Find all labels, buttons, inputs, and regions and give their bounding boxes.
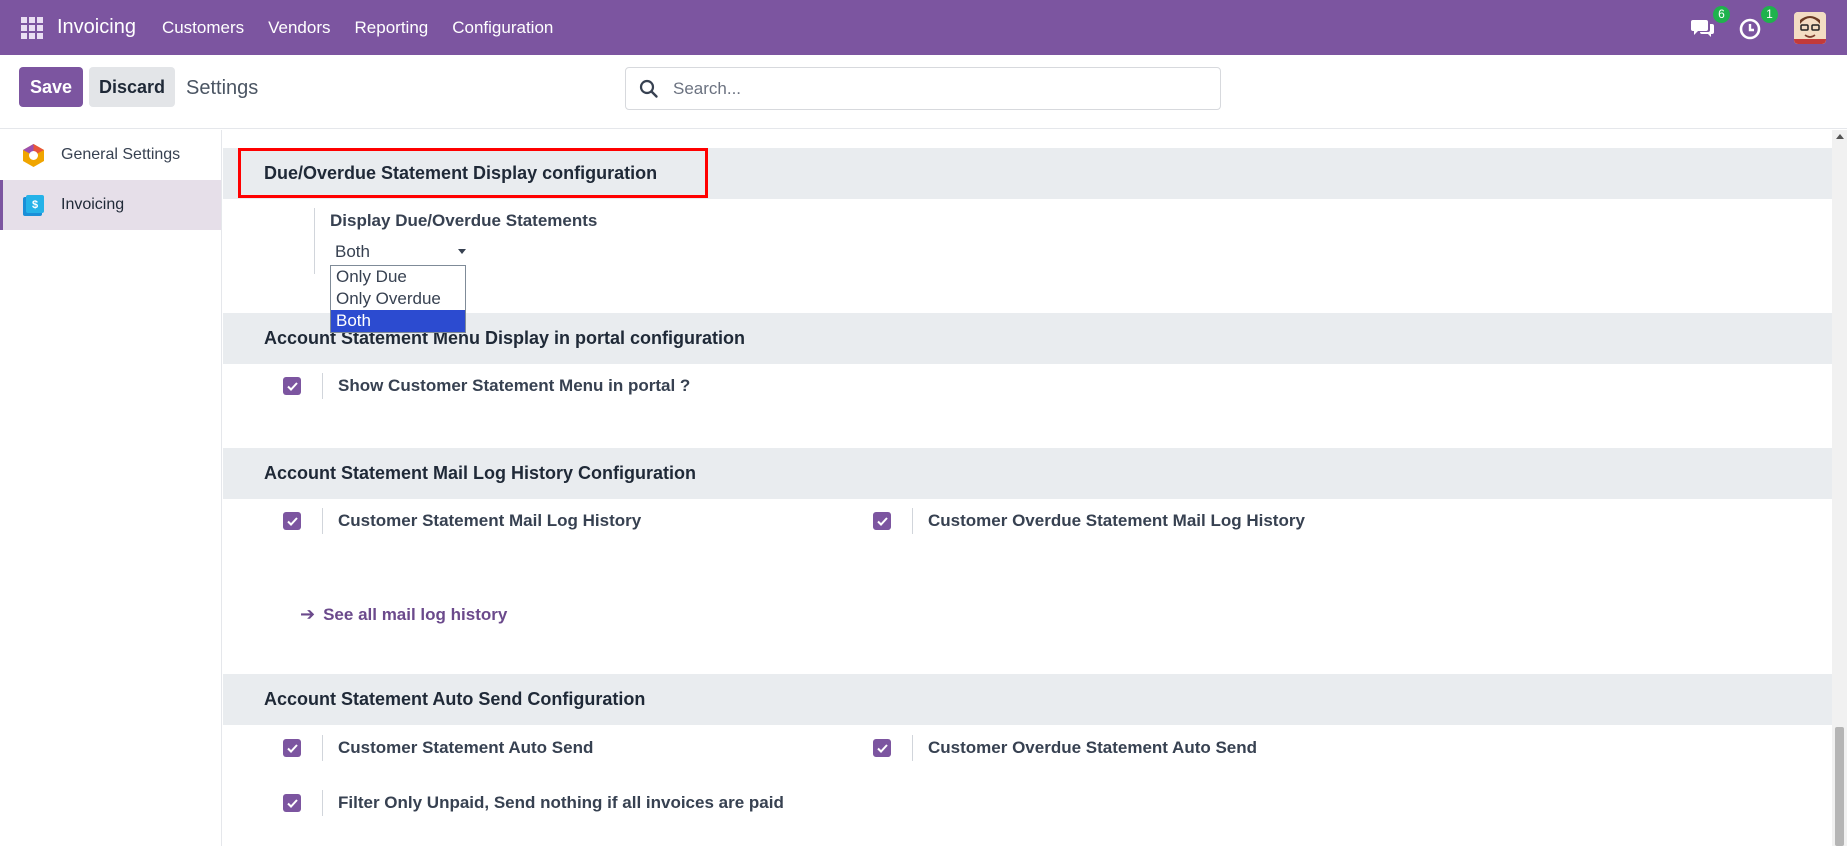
option-both[interactable]: Both bbox=[331, 310, 465, 332]
search-icon bbox=[639, 79, 658, 98]
control-panel: Save Discard Settings bbox=[0, 55, 1847, 129]
sidebar-item-label: Invoicing bbox=[61, 196, 125, 213]
apps-menu-icon[interactable] bbox=[21, 16, 43, 39]
option-only-due[interactable]: Only Due bbox=[331, 266, 465, 288]
menu-configuration[interactable]: Configuration bbox=[440, 18, 565, 38]
field-separator bbox=[314, 208, 315, 274]
display-due-overdue-label: Display Due/Overdue Statements bbox=[330, 211, 598, 230]
select-value: Both bbox=[335, 241, 370, 261]
overdue-send-setting: Customer Overdue Statement Auto Send bbox=[873, 735, 1257, 761]
due-overdue-field bbox=[314, 208, 330, 274]
activities-clock-icon[interactable]: 1 bbox=[1738, 5, 1778, 41]
top-navbar: Invoicing Customers Vendors Reporting Co… bbox=[0, 0, 1847, 55]
show-menu-setting: Show Customer Statement Menu in portal ? bbox=[283, 373, 690, 399]
separator bbox=[322, 790, 323, 816]
customer-log-setting: Customer Statement Mail Log History bbox=[283, 508, 641, 534]
search-box[interactable] bbox=[625, 67, 1221, 110]
caret-down-icon bbox=[458, 249, 466, 254]
menu-reporting[interactable]: Reporting bbox=[343, 18, 441, 38]
app-name[interactable]: Invoicing bbox=[57, 16, 136, 39]
overdue-send-checkbox[interactable] bbox=[873, 739, 891, 757]
show-menu-checkbox[interactable] bbox=[283, 377, 301, 395]
separator bbox=[322, 508, 323, 534]
separator bbox=[322, 373, 323, 399]
customer-log-label: Customer Statement Mail Log History bbox=[338, 511, 642, 530]
discard-button[interactable]: Discard bbox=[89, 67, 175, 107]
customer-send-label: Customer Statement Auto Send bbox=[338, 738, 594, 757]
sidebar-item-invoicing[interactable]: $ Invoicing bbox=[0, 180, 221, 230]
display-statements-select[interactable]: Both bbox=[330, 240, 466, 264]
customer-log-checkbox[interactable] bbox=[283, 512, 301, 530]
settings-content: Due/Overdue Statement Display configurat… bbox=[223, 130, 1832, 846]
main-menu: Customers Vendors Reporting Configuratio… bbox=[150, 18, 565, 38]
customer-send-setting: Customer Statement Auto Send bbox=[283, 735, 593, 761]
customer-send-checkbox[interactable] bbox=[283, 739, 301, 757]
sidebar-item-label: General Settings bbox=[61, 146, 181, 163]
section-title-mail-log: Account Statement Mail Log History Confi… bbox=[223, 448, 1832, 499]
menu-vendors[interactable]: Vendors bbox=[256, 18, 342, 38]
invoicing-app-icon: $ bbox=[23, 194, 44, 216]
overdue-send-label: Customer Overdue Statement Auto Send bbox=[928, 738, 1258, 757]
select-dropdown-list: Only Due Only Overdue Both bbox=[330, 265, 466, 333]
link-label: See all mail log history bbox=[323, 604, 508, 624]
overdue-log-label: Customer Overdue Statement Mail Log Hist… bbox=[928, 511, 1305, 530]
search-input[interactable] bbox=[673, 78, 1193, 99]
navbar-systray: 6 1 bbox=[1690, 0, 1847, 55]
activities-badge: 1 bbox=[1761, 5, 1778, 23]
save-button[interactable]: Save bbox=[19, 67, 83, 107]
settings-sidebar: General Settings $ Invoicing bbox=[0, 130, 222, 846]
sidebar-item-general-settings[interactable]: General Settings bbox=[0, 130, 221, 180]
user-avatar[interactable] bbox=[1794, 11, 1826, 44]
filter-unpaid-checkbox[interactable] bbox=[283, 794, 301, 812]
section-title-auto-send: Account Statement Auto Send Configuratio… bbox=[223, 674, 1832, 725]
odoo-logo-icon bbox=[23, 143, 44, 167]
scroll-up-arrow-icon[interactable] bbox=[1836, 134, 1844, 139]
overdue-log-setting: Customer Overdue Statement Mail Log Hist… bbox=[873, 508, 1305, 534]
vertical-scrollbar[interactable] bbox=[1832, 130, 1847, 846]
separator bbox=[912, 508, 913, 534]
filter-unpaid-setting: Filter Only Unpaid, Send nothing if all … bbox=[283, 790, 784, 816]
separator bbox=[912, 735, 913, 761]
messages-badge: 6 bbox=[1713, 5, 1730, 23]
arrow-right-icon: ➔ bbox=[300, 604, 316, 624]
select-current-value[interactable]: Both bbox=[330, 240, 466, 264]
scrollbar-thumb[interactable] bbox=[1835, 727, 1844, 846]
highlight-box bbox=[238, 148, 708, 198]
menu-customers[interactable]: Customers bbox=[150, 18, 256, 38]
filter-unpaid-label: Filter Only Unpaid, Send nothing if all … bbox=[338, 793, 784, 812]
see-all-mail-log-link[interactable]: ➔ See all mail log history bbox=[300, 604, 507, 625]
overdue-log-checkbox[interactable] bbox=[873, 512, 891, 530]
messages-icon[interactable]: 6 bbox=[1690, 5, 1730, 41]
show-menu-label: Show Customer Statement Menu in portal ? bbox=[338, 376, 691, 395]
option-only-overdue[interactable]: Only Overdue bbox=[331, 288, 465, 310]
separator bbox=[322, 735, 323, 761]
breadcrumb: Settings bbox=[186, 77, 259, 99]
svg-text:$: $ bbox=[32, 199, 38, 211]
